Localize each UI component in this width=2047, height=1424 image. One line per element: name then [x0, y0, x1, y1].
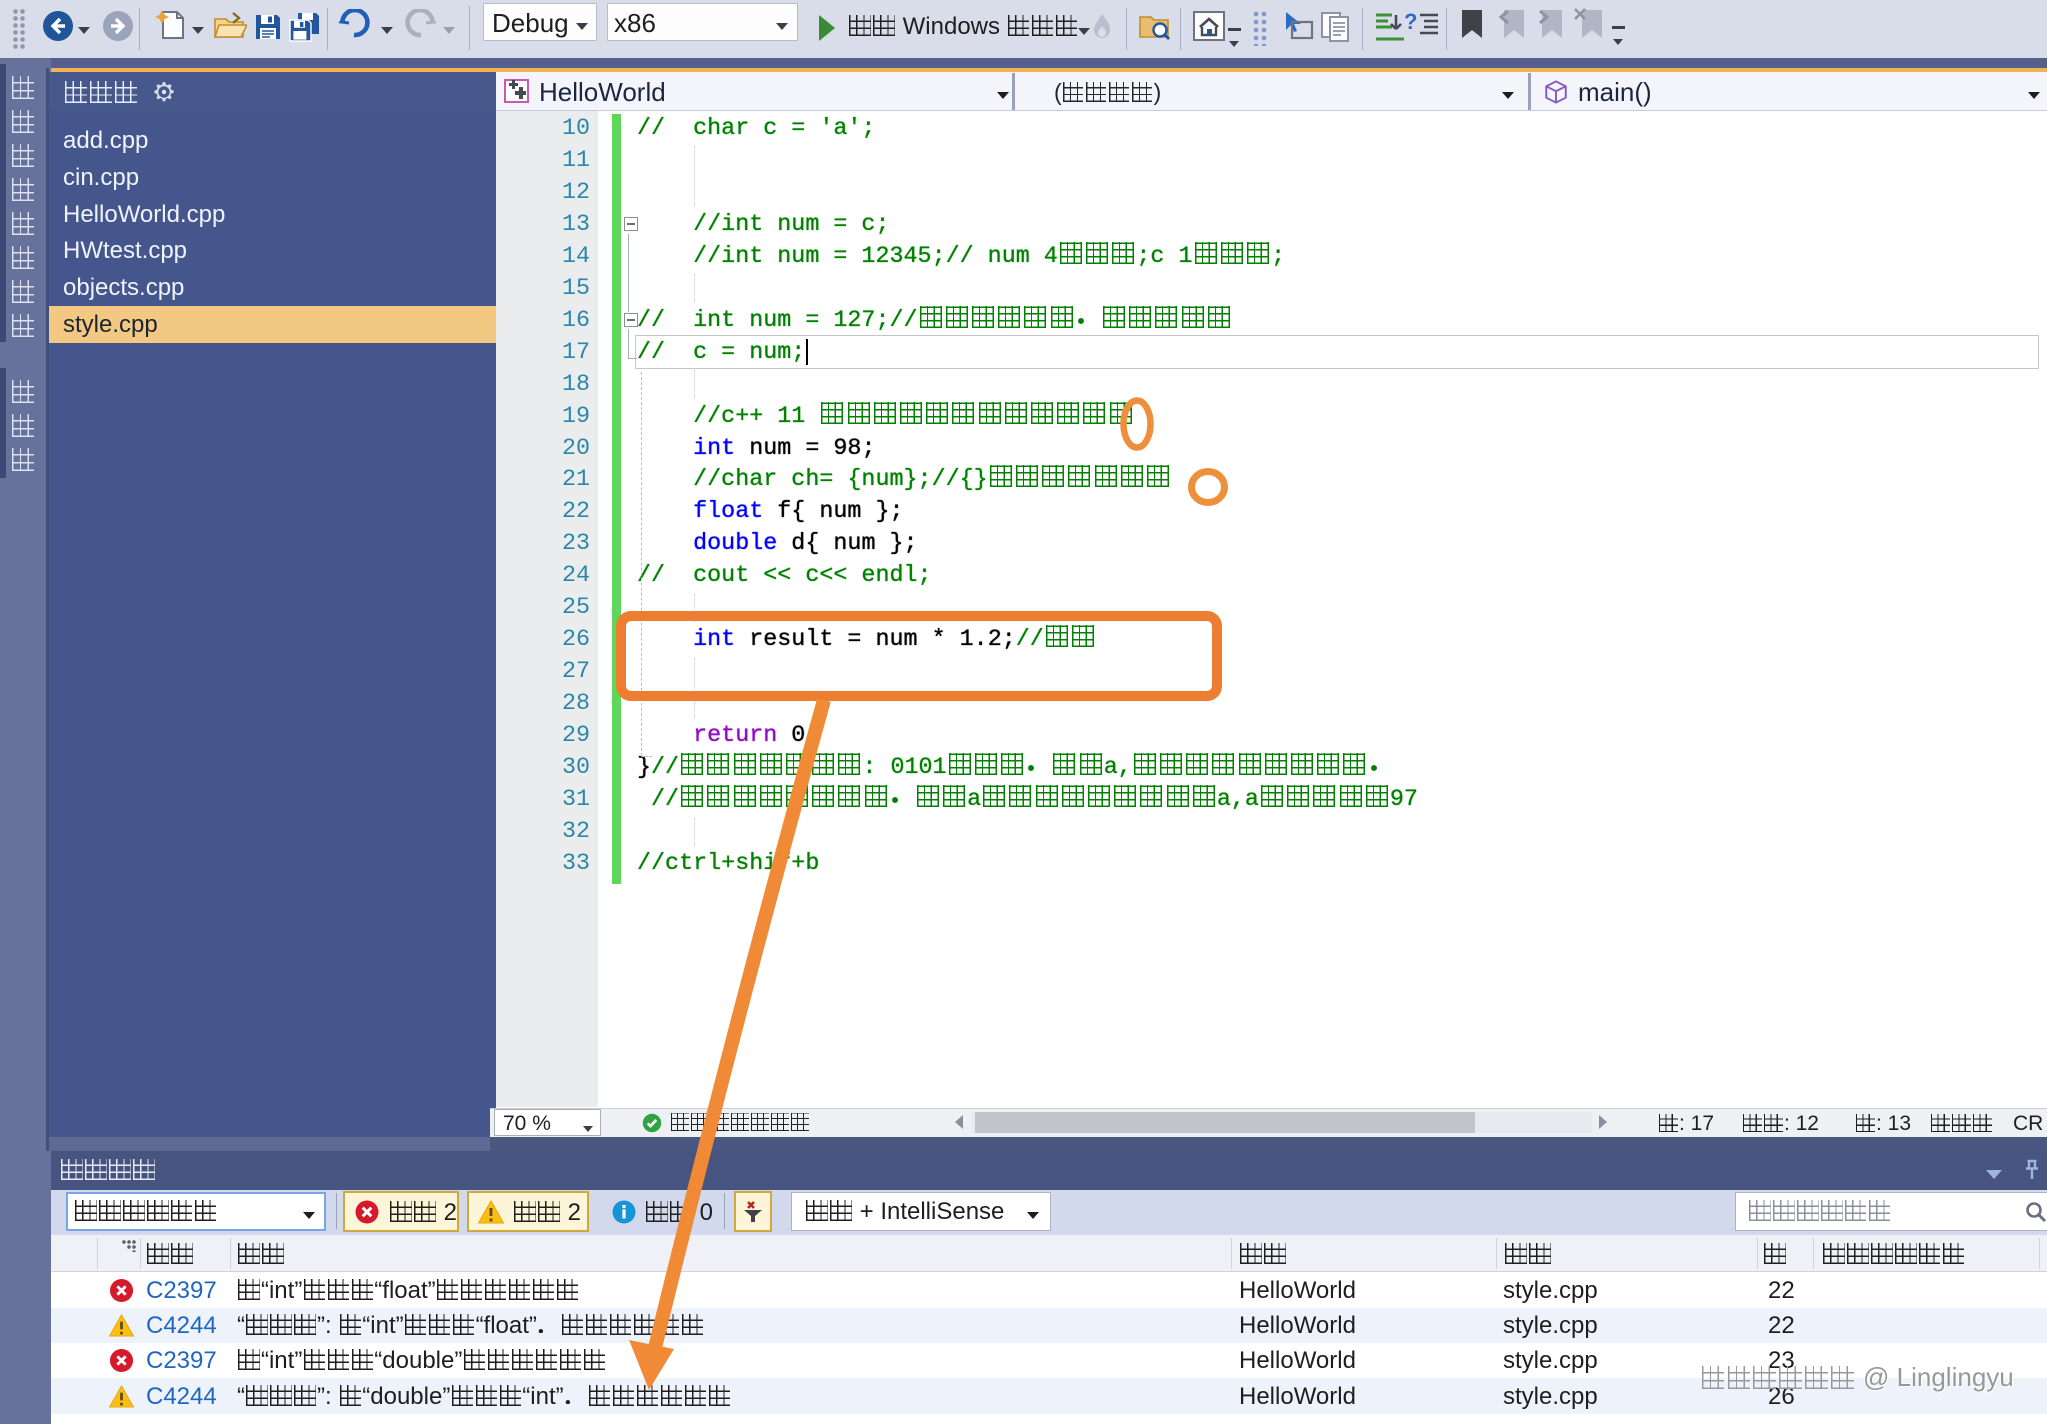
svg-text:?: ?: [1404, 9, 1417, 34]
